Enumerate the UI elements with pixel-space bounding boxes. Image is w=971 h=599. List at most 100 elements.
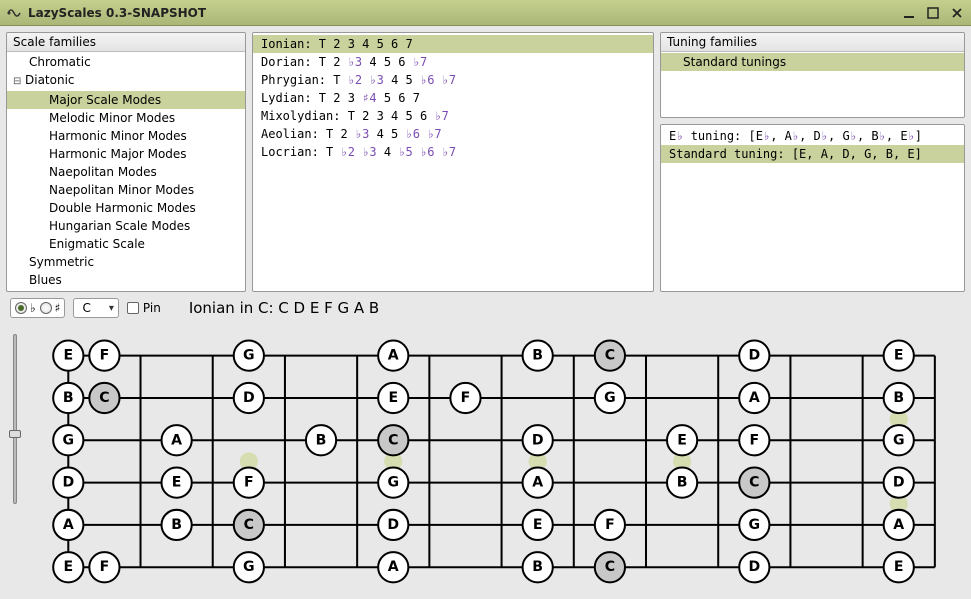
flat-radio[interactable]: ♭ — [15, 301, 36, 315]
fret-note-label: G — [749, 517, 761, 533]
fret-note-label: A — [171, 432, 182, 448]
fret-note-label: B — [532, 348, 543, 364]
fret-note-label: G — [63, 432, 75, 448]
tree-item[interactable]: ⊟Diatonic — [7, 71, 245, 91]
tree-item-label: Melodic Minor Modes — [49, 111, 175, 125]
scale-families-tree[interactable]: Chromatic ⊟Diatonic Major Scale Modes Melod… — [7, 52, 245, 291]
tuning-families-list[interactable]: Standard tunings — [661, 52, 964, 117]
app-icon — [6, 5, 22, 21]
tree-item[interactable]: Hungarian Scale Modes — [7, 217, 245, 235]
fret-note-label: F — [100, 559, 110, 575]
fret-note-label: F — [605, 517, 615, 533]
tunings-panel: E♭ tuning: [E♭, A♭, D♭, G♭, B♭, E♭] Stand… — [660, 124, 965, 292]
tree-item[interactable]: Harmonic Major Modes — [7, 145, 245, 163]
fret-note-label: C — [388, 432, 398, 448]
tuning-row[interactable]: Standard tuning: [E, A, D, G, B, E] — [661, 145, 964, 163]
scale-title: Ionian in C: C D E F G A B — [189, 299, 379, 317]
scale-mode-row[interactable]: Mixolydian: T 2 3 4 5 6 ♭7 — [253, 107, 653, 125]
tuning-row[interactable]: E♭ tuning: [E♭, A♭, D♭, G♭, B♭, E♭] — [661, 127, 964, 145]
close-button[interactable] — [949, 5, 965, 21]
slider-thumb[interactable] — [9, 430, 21, 438]
tuning-families-panel: Tuning families Standard tunings — [660, 32, 965, 118]
fret-note-label: E — [388, 390, 398, 406]
scale-mode-row[interactable]: Lydian: T 2 3 ♯4 5 6 7 — [253, 89, 653, 107]
scale-mode-label: Lydian: T 2 3 ♯4 5 6 7 — [261, 91, 420, 105]
fret-note-label: A — [749, 390, 760, 406]
fret-note-label: E — [533, 517, 543, 533]
content-area: Scale families Chromatic ⊟Diatonic Major S… — [0, 26, 971, 599]
tree-item[interactable]: Naepolitan Modes — [7, 163, 245, 181]
fret-note-label: E — [677, 432, 687, 448]
fret-note-label: C — [99, 390, 109, 406]
checkbox-icon — [127, 302, 139, 314]
tree-item[interactable]: Melodic Minor Modes — [7, 109, 245, 127]
tree-item-label: Symmetric — [29, 255, 94, 269]
tunings-list[interactable]: E♭ tuning: [E♭, A♭, D♭, G♭, B♭, E♭] Stand… — [661, 125, 964, 291]
scale-modes-list[interactable]: Ionian: T 2 3 4 5 6 7 Dorian: T 2 ♭3 4 5 … — [253, 33, 653, 291]
tree-item[interactable]: Chromatic — [7, 53, 245, 71]
fret-note-label: D — [748, 559, 760, 575]
fret-note-label: B — [532, 559, 543, 575]
tree-item-label: Hungarian Scale Modes — [49, 219, 190, 233]
tuning-label: E♭ tuning: [E♭, A♭, D♭, G♭, B♭, E♭] — [669, 129, 922, 143]
maximize-button[interactable] — [925, 5, 941, 21]
fret-note-label: F — [100, 348, 110, 364]
sharp-radio[interactable]: ♯ — [40, 301, 61, 315]
fret-note-label: C — [605, 559, 615, 575]
scale-families-panel: Scale families Chromatic ⊟Diatonic Major S… — [6, 32, 246, 292]
tree-item-label: Harmonic Minor Modes — [49, 129, 187, 143]
fret-note-label: E — [894, 559, 904, 575]
fret-note-label: C — [605, 348, 615, 364]
fret-note-label: E — [172, 475, 182, 491]
radio-dot-icon — [40, 302, 52, 314]
tree-item[interactable]: Major Scale Modes — [7, 91, 245, 109]
tuning-family-item[interactable]: Standard tunings — [661, 53, 964, 71]
fret-note-label: E — [63, 559, 73, 575]
tree-item[interactable]: Blues — [7, 271, 245, 289]
tuning-label: Standard tuning: [E, A, D, G, B, E] — [669, 147, 922, 161]
root-note-select[interactable]: C ▾ — [73, 298, 118, 318]
tree-item[interactable]: Double Harmonic Modes — [7, 199, 245, 217]
fretboard[interactable]: EFGABCDEBCDEFGABGABCDEFGDEFGABCDABCDEFGA… — [28, 334, 955, 589]
fretboard-slider[interactable] — [6, 324, 24, 599]
minimize-button[interactable] — [901, 5, 917, 21]
scale-mode-label: Aeolian: T 2 ♭3 4 5 ♭6 ♭7 — [261, 127, 442, 141]
root-note-value: C — [82, 301, 90, 315]
fret-note-label: A — [388, 348, 399, 364]
window-titlebar: LazyScales 0.3-SNAPSHOT — [0, 0, 971, 26]
tree-item[interactable]: Symmetric — [7, 253, 245, 271]
fret-note-label: A — [388, 559, 399, 575]
fret-note-label: E — [63, 348, 73, 364]
fret-note-label: D — [893, 475, 905, 491]
tree-item-label: Major Scale Modes — [49, 93, 161, 107]
fret-note-label: B — [63, 390, 74, 406]
scale-mode-row[interactable]: Phrygian: T ♭2 ♭3 4 5 ♭6 ♭7 — [253, 71, 653, 89]
scale-mode-label: Dorian: T 2 ♭3 4 5 6 ♭7 — [261, 55, 427, 69]
scale-mode-row[interactable]: Locrian: T ♭2 ♭3 4 ♭5 ♭6 ♭7 — [253, 143, 653, 161]
tree-item[interactable]: Naepolitan Minor Modes — [7, 181, 245, 199]
scale-mode-row[interactable]: Ionian: T 2 3 4 5 6 7 — [253, 35, 653, 53]
scale-mode-label: Mixolydian: T 2 3 4 5 6 ♭7 — [261, 109, 449, 123]
fret-note-label: B — [171, 517, 182, 533]
tuning-families-header: Tuning families — [661, 33, 964, 52]
fret-note-label: A — [893, 517, 904, 533]
scale-mode-row[interactable]: Dorian: T 2 ♭3 4 5 6 ♭7 — [253, 53, 653, 71]
tree-item-label: Naepolitan Minor Modes — [49, 183, 194, 197]
tree-item[interactable]: ⊞Pentatonic — [7, 289, 245, 291]
scale-families-header: Scale families — [7, 33, 245, 52]
collapse-icon[interactable]: ⊟ — [13, 74, 25, 90]
right-column: Tuning families Standard tunings E♭ tuni… — [660, 32, 965, 292]
fret-note-label: A — [532, 475, 543, 491]
fret-note-label: G — [893, 432, 905, 448]
tree-item-label: Chromatic — [29, 55, 91, 69]
scale-mode-row[interactable]: Aeolian: T 2 ♭3 4 5 ♭6 ♭7 — [253, 125, 653, 143]
scale-mode-label: Ionian: T 2 3 4 5 6 7 — [261, 37, 413, 51]
tree-item[interactable]: Harmonic Minor Modes — [7, 127, 245, 145]
fret-note-label: C — [749, 475, 759, 491]
pin-checkbox[interactable]: Pin — [127, 301, 161, 315]
fret-note-label: A — [63, 517, 74, 533]
fret-note-label: F — [244, 475, 254, 491]
tree-item[interactable]: Enigmatic Scale — [7, 235, 245, 253]
tree-item-label: Naepolitan Modes — [49, 165, 157, 179]
flat-radio-label: ♭ — [30, 301, 36, 315]
